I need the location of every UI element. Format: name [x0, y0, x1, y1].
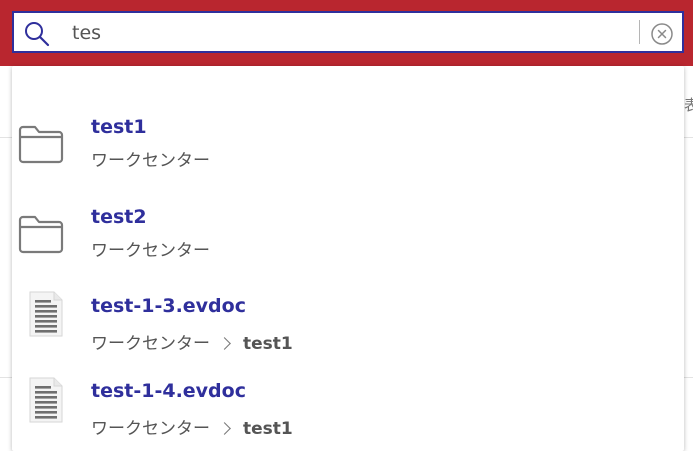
page: 表 test1 ワークセンター [0, 0, 693, 451]
result-path: ワークセンター test1 [91, 329, 293, 354]
result-title[interactable]: test1 [91, 116, 147, 138]
result-path-segment[interactable]: test1 [243, 419, 293, 439]
result-path: ワークセンター [91, 146, 210, 171]
chevron-right-icon [218, 421, 231, 435]
search-box[interactable] [12, 11, 684, 53]
search-result-item[interactable]: test1 ワークセンター [12, 106, 684, 190]
result-path-segment[interactable]: test1 [243, 334, 293, 354]
result-path-segment: ワークセンター [91, 241, 210, 261]
search-result-item[interactable]: test2 ワークセンター [12, 196, 684, 280]
result-path: ワークセンター [91, 236, 210, 261]
clear-search-icon[interactable] [650, 22, 674, 46]
search-icon [25, 22, 50, 47]
chevron-right-icon [218, 336, 231, 350]
search-result-item[interactable]: test-1-3.evdoc ワークセンター test1 [12, 286, 684, 370]
search-input[interactable] [72, 16, 612, 50]
result-path: ワークセンター test1 [91, 414, 293, 439]
result-path-segment: ワークセンター [91, 151, 210, 171]
result-path-segment: ワークセンター [91, 419, 210, 439]
result-title[interactable]: test2 [91, 206, 147, 228]
search-divider [639, 20, 640, 44]
search-result-item[interactable]: test-1-4.evdoc ワークセンター test1 [12, 371, 684, 451]
document-icon [29, 291, 63, 337]
folder-icon [18, 215, 64, 254]
background-text: 表 [684, 96, 693, 114]
document-icon [29, 377, 63, 423]
result-title[interactable]: test-1-3.evdoc [91, 295, 246, 317]
result-path-segment: ワークセンター [91, 334, 210, 354]
folder-icon [18, 125, 64, 164]
result-title[interactable]: test-1-4.evdoc [91, 380, 246, 402]
search-results-dropdown: test1 ワークセンター test2 ワークセンター test-1-3.evd… [12, 66, 684, 451]
